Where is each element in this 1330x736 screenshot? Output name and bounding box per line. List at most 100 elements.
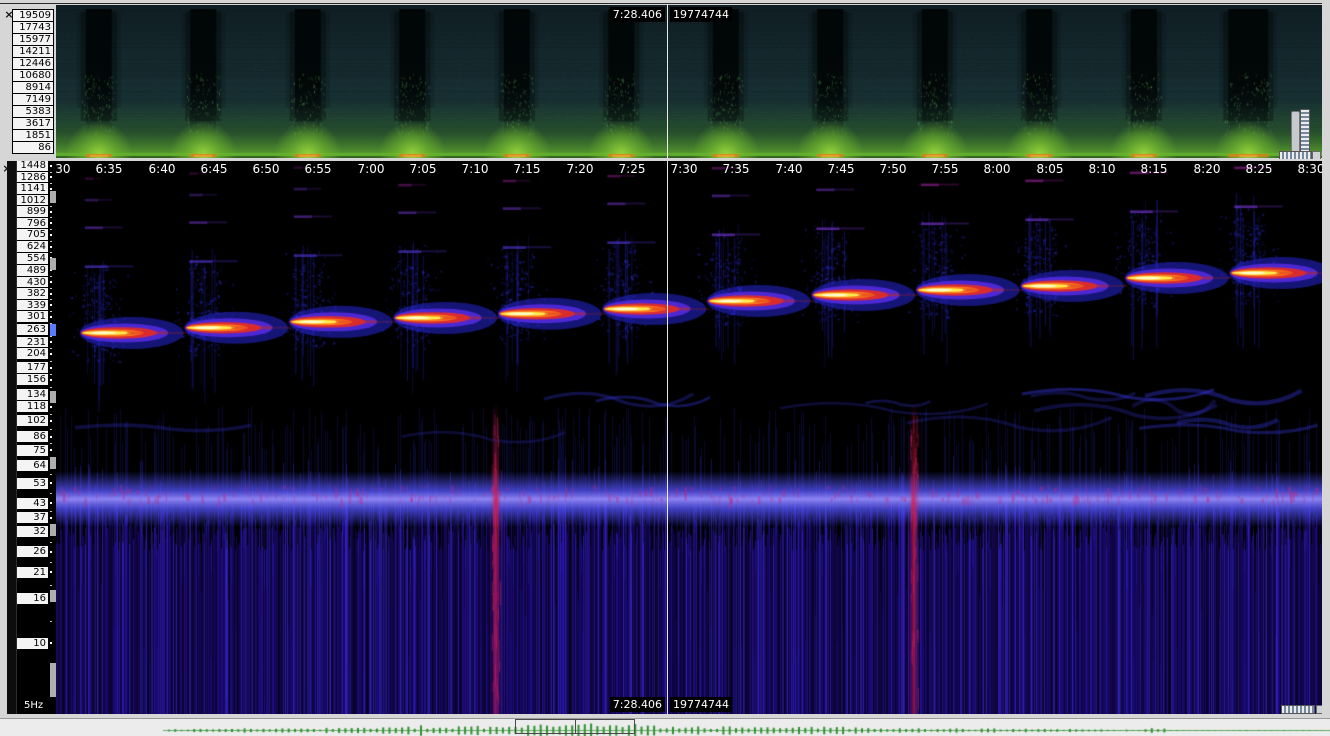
close-pane-icon[interactable]: × [2,164,12,174]
freq-tick-minor [50,229,52,230]
freq-tick-minor [50,493,52,494]
horizontal-zoom-wheel[interactable] [1281,705,1315,714]
freq-tick-minor [50,288,52,289]
pane-spectrogram-overview[interactable]: 1950917743159771421112446106808914714953… [0,3,1322,159]
pane-spectrogram-detail[interactable]: 6:306:356:406:456:506:557:007:057:107:15… [0,161,1322,714]
time-label: 7:55 [932,162,959,176]
zoom-reset-button[interactable] [1316,705,1322,714]
freq-tick [50,281,52,283]
freq-label: 64 [16,459,49,472]
zoom-reset-button[interactable] [1312,151,1321,159]
freq-tick [50,420,52,422]
freq-tick [50,304,52,306]
freq-tick [50,234,52,236]
freq-label: 53 [16,477,49,490]
freq-label: 32 [16,525,49,538]
octave-marker [50,590,56,602]
time-label: 8:00 [984,162,1011,176]
horizontal-zoom-wheel[interactable] [1279,151,1312,159]
freq-tick [50,367,52,369]
time-label: 8:30 [1298,162,1322,176]
freq-tick-minor [50,348,52,349]
time-label: 7:00 [358,162,385,176]
freq-tick-minor [50,206,52,207]
overview-panner[interactable] [0,718,1330,736]
freq-tick-minor [50,172,52,173]
octave-marker [50,663,56,697]
app-window: 1950917743159771421112446106808914714953… [0,0,1330,736]
freq-tick-minor [50,183,52,184]
octave-marker [50,258,56,270]
freq-label: 21 [16,566,49,579]
vertical-zoom-wheel[interactable] [1300,109,1310,156]
time-label: 6:50 [253,162,280,176]
freq-label: 75 [16,444,49,457]
freq-label: 263 [16,323,49,336]
freq-label: 37 [16,511,49,524]
octave-marker [50,324,56,336]
time-label: 6:45 [201,162,228,176]
octave-marker [50,191,56,203]
time-label: 7:25 [619,162,646,176]
freq-tick-minor [50,336,52,337]
freq-tick [50,379,52,381]
time-label: 7:10 [462,162,489,176]
cursor-frame-readout: 19774744 [670,697,732,712]
freq-tick [50,642,52,644]
freq-tick-minor [50,311,52,312]
freq-label: 118 [16,400,49,413]
time-label: 8:25 [1246,162,1273,176]
freq-tick [50,482,52,484]
time-label: 7:15 [514,162,541,176]
freq-tick-minor [50,241,52,242]
playback-cursor-bottom [667,161,668,714]
freq-tick [50,551,52,553]
freq-label: 43 [16,497,49,510]
freq-tick-minor [50,562,52,563]
time-label: 6:40 [149,162,176,176]
freq-unit-label: 5Hz [24,700,43,711]
freq-label: 16 [16,592,49,605]
scale-gutter [7,161,17,714]
freq-tick-minor [50,429,52,430]
freq-tick-minor [50,511,52,512]
close-pane-icon[interactable]: × [4,10,14,20]
freq-tick [50,436,52,438]
time-label: 7:30 [671,162,698,176]
playback-cursor-top [667,4,668,158]
spectrogram-canvas-top[interactable] [56,5,1322,158]
freq-label: 204 [16,347,49,360]
freq-tick [50,188,52,190]
vertical-range-slider[interactable] [1291,111,1300,156]
freq-label: 26 [16,545,49,558]
freq-tick-minor [50,443,52,444]
frequency-scale-top[interactable]: 1950917743159771421112446106808914714953… [0,4,56,159]
freq-tick [50,211,52,213]
freq-label: 301 [16,310,49,323]
pane-left-margin [0,161,7,714]
freq-tick-minor [50,414,52,415]
time-label: 7:45 [828,162,855,176]
freq-tick-minor [50,217,52,218]
freq-tick-minor [50,299,52,300]
freq-tick [50,165,52,167]
panner-playback-position [575,719,576,734]
spectrogram-canvas-bottom[interactable] [56,161,1322,714]
freq-tick [50,316,52,318]
time-axis: 6:306:356:406:456:506:557:007:057:107:15… [0,161,1322,177]
freq-tick [50,502,52,504]
time-label: 7:05 [410,162,437,176]
waveform-overview-canvas[interactable] [0,720,1330,736]
freq-label: 86 [16,430,49,443]
time-label: 7:20 [567,162,594,176]
time-label: 7:40 [776,162,803,176]
freq-label: 10 [16,637,49,650]
time-label: 8:20 [1194,162,1221,176]
time-label: 8:15 [1141,162,1168,176]
freq-tick [50,353,52,355]
freq-tick-minor [50,387,52,388]
time-label: 6:35 [96,162,123,176]
freq-tick-minor [50,361,52,362]
time-label: 8:05 [1037,162,1064,176]
time-label: 7:35 [723,162,750,176]
